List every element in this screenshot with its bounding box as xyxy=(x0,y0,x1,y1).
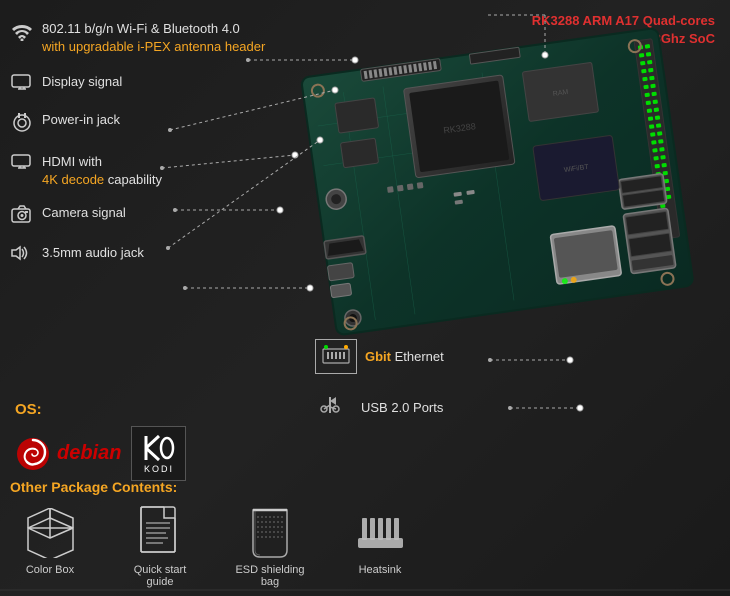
content-quick-start: Quick start guide xyxy=(120,505,200,588)
os-title: OS: xyxy=(15,401,245,418)
content-heatsink: Heatsink xyxy=(340,505,420,576)
board-image: RK3288 RAM xyxy=(300,20,720,380)
camera-label-text: Camera signal xyxy=(42,204,126,222)
gbit-label-text: Gbit Ethernet xyxy=(365,348,444,366)
camera-label: Camera signal xyxy=(10,204,270,228)
heatsink-icon xyxy=(353,505,408,560)
power-label: Power-in jack xyxy=(10,111,270,137)
hdmi-label-text: HDMI with 4K decode capability xyxy=(42,153,162,188)
audio-icon xyxy=(10,245,34,266)
debian-text: debian xyxy=(57,442,121,465)
contents-title: Other Package Contents: xyxy=(10,479,720,495)
heatsink-label: Heatsink xyxy=(359,564,402,576)
display-label: Display signal xyxy=(10,73,270,95)
os-section: OS: debian xyxy=(15,401,245,481)
wifi-label: 802.11 b/g/n Wi-Fi & Bluetooth 4.0 with … xyxy=(10,20,270,55)
kodi-text: KODI xyxy=(144,464,174,474)
gbit-label: Gbit Ethernet xyxy=(315,339,535,374)
contents-items: Color Box xyxy=(10,505,720,588)
feature-labels: 802.11 b/g/n Wi-Fi & Bluetooth 4.0 with … xyxy=(10,15,270,280)
power-label-text: Power-in jack xyxy=(42,111,120,129)
wifi-bt-icon xyxy=(10,21,34,46)
hdmi-icon xyxy=(10,154,34,175)
quick-start-label: Quick start guide xyxy=(120,564,200,588)
color-box-label: Color Box xyxy=(26,564,74,576)
content-color-box: Color Box xyxy=(10,505,90,576)
kodi-logo: KODI xyxy=(131,426,186,481)
4k-highlight: 4K decode xyxy=(42,172,104,187)
contents-section: Other Package Contents: Color Box xyxy=(10,479,720,588)
wifi-highlight: with upgradable i-PEX antenna header xyxy=(42,39,265,54)
audio-label-text: 3.5mm audio jack xyxy=(42,244,144,262)
os-logos: debian KODI xyxy=(15,426,245,481)
usb-label-text: USB 2.0 Ports xyxy=(361,399,443,417)
display-label-text: Display signal xyxy=(42,73,122,91)
camera-icon xyxy=(10,205,34,228)
display-icon xyxy=(10,74,34,95)
wifi-label-text: 802.11 b/g/n Wi-Fi & Bluetooth 4.0 with … xyxy=(42,20,265,55)
usb-icon xyxy=(315,395,345,421)
right-labels: Gbit Ethernet USB 2.0 Ports xyxy=(315,339,535,441)
quick-start-icon xyxy=(133,505,188,560)
color-box-icon xyxy=(23,505,78,560)
power-icon xyxy=(10,112,34,137)
hdmi-label: HDMI with 4K decode capability xyxy=(10,153,270,188)
debian-logo: debian xyxy=(15,436,121,472)
audio-label: 3.5mm audio jack xyxy=(10,244,270,266)
esd-bag-icon xyxy=(243,505,298,560)
ethernet-icon xyxy=(315,339,357,374)
esd-bag-label: ESD shielding bag xyxy=(230,564,310,588)
content-esd-bag: ESD shielding bag xyxy=(230,505,310,588)
usb-label: USB 2.0 Ports xyxy=(315,394,535,421)
main-container: RK3288 ARM A17 Quad-cores 1.8Ghz SoC xyxy=(0,0,730,596)
